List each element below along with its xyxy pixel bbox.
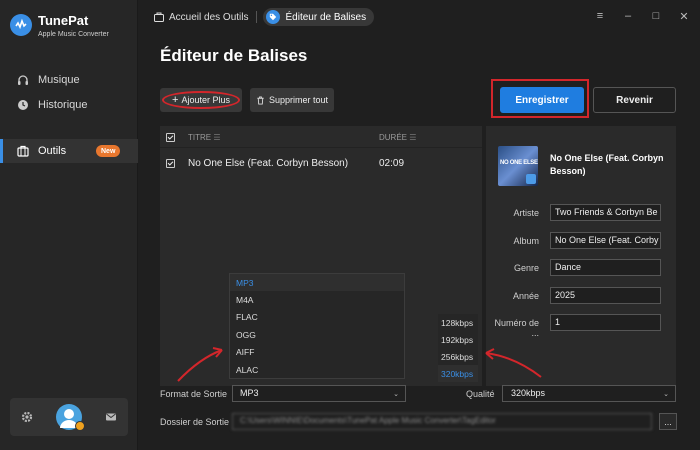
- app-name: TunePat: [38, 13, 89, 28]
- app-subtitle: Apple Music Converter: [38, 31, 109, 38]
- row-checkbox[interactable]: [166, 159, 175, 168]
- browse-folder-button[interactable]: ...: [659, 413, 677, 430]
- minimize-icon[interactable]: –: [622, 10, 634, 23]
- new-badge: New: [96, 145, 121, 157]
- save-button[interactable]: Enregistrer: [500, 87, 584, 113]
- track-title: No One Else (Feat. Corbyn Besson): [188, 158, 349, 169]
- format-option-flac[interactable]: FLAC: [230, 309, 404, 326]
- tag-icon: [266, 10, 281, 24]
- clock-icon: [18, 100, 28, 110]
- genre-label: Genre: [513, 263, 539, 273]
- title-bar: Accueil des Outils Éditeur de Balises ≡ …: [138, 0, 700, 34]
- table-header: TITRE ☰ DURÉE ☰: [160, 126, 482, 148]
- format-dropdown-list: MP3 M4A FLAC OGG AIFF ALAC: [229, 273, 405, 379]
- chevron-down-icon: ⌄: [663, 391, 669, 398]
- sidebar-item-label: Musique: [38, 74, 80, 86]
- add-more-button[interactable]: + Ajouter Plus: [160, 88, 242, 112]
- quality-option-256[interactable]: 256kbps: [438, 348, 478, 365]
- format-option-aiff[interactable]: AIFF: [230, 344, 404, 361]
- delete-all-label: Supprimer tout: [268, 95, 329, 105]
- table-row[interactable]: No One Else (Feat. Corbyn Besson) 02:09: [160, 155, 482, 173]
- format-option-mp3[interactable]: MP3: [230, 274, 404, 292]
- quality-value: 320kbps: [511, 388, 546, 398]
- format-option-ogg[interactable]: OGG: [230, 326, 404, 343]
- quality-dropdown-list: 128kbps 192kbps 256kbps 320kbps: [438, 314, 478, 382]
- breadcrumb-divider: [256, 11, 258, 23]
- album-label: Album: [513, 236, 539, 246]
- toolbox-icon: [154, 12, 164, 22]
- sidebar: TunePat Apple Music Converter Musique Hi…: [0, 0, 138, 450]
- artist-field[interactable]: Two Friends & Corbyn Be: [550, 204, 661, 221]
- breadcrumb-current: Éditeur de Balises: [263, 8, 375, 26]
- artist-label: Artiste: [513, 208, 539, 218]
- chevron-down-icon: ⌄: [393, 391, 399, 398]
- year-field[interactable]: 2025: [550, 287, 661, 304]
- tag-details-panel: NO ONE ELSE No One Else (Feat. Corbyn Be…: [486, 126, 676, 386]
- track-duration: 02:09: [379, 158, 405, 169]
- breadcrumb-parent-label: Accueil des Outils: [169, 11, 249, 23]
- menu-icon[interactable]: ≡: [594, 10, 606, 23]
- headphones-icon: [18, 75, 28, 85]
- sidebar-item-label: Historique: [38, 99, 88, 111]
- album-field[interactable]: No One Else (Feat. Corby: [550, 232, 661, 249]
- breadcrumb: Accueil des Outils Éditeur de Balises: [148, 7, 375, 27]
- track-number-label: Numéro de ...: [494, 318, 539, 338]
- output-folder-field[interactable]: C:\Users\WINNIE\Documents\TunePat Apple …: [232, 413, 652, 430]
- sidebar-footer: [10, 398, 128, 436]
- quality-option-192[interactable]: 192kbps: [438, 331, 478, 348]
- red-highlight-ellipse: [162, 91, 240, 109]
- quality-label: Qualité: [466, 389, 495, 399]
- quality-option-320[interactable]: 320kbps: [438, 365, 478, 382]
- quality-select[interactable]: 320kbps ⌄: [502, 385, 676, 402]
- format-option-alac[interactable]: ALAC: [230, 361, 404, 378]
- sidebar-item-outils[interactable]: Outils New: [0, 139, 138, 163]
- settings-icon[interactable]: [21, 411, 33, 423]
- cover-text: NO ONE ELSE: [500, 160, 538, 166]
- output-format-value: MP3: [240, 388, 259, 398]
- back-button[interactable]: Revenir: [593, 87, 676, 113]
- breadcrumb-parent[interactable]: Accueil des Outils: [148, 12, 254, 23]
- select-all-checkbox[interactable]: [166, 133, 175, 142]
- avatar[interactable]: [55, 404, 85, 431]
- premium-badge-icon: [74, 421, 85, 431]
- mail-icon[interactable]: [105, 411, 117, 423]
- delete-all-button[interactable]: Supprimer tout: [250, 88, 334, 112]
- column-header-duration[interactable]: DURÉE ☰: [379, 133, 416, 142]
- sort-icon: ☰: [409, 133, 417, 142]
- quality-option-128[interactable]: 128kbps: [438, 314, 478, 331]
- sidebar-item-musique[interactable]: Musique: [0, 68, 138, 92]
- output-format-label: Format de Sortie: [160, 389, 228, 399]
- output-folder-label: Dossier de Sortie: [160, 417, 230, 427]
- tunepat-logo-icon: [10, 14, 32, 36]
- maximize-icon[interactable]: □: [650, 10, 662, 23]
- genre-field[interactable]: Dance: [550, 259, 661, 276]
- page-title: Éditeur de Balises: [160, 46, 308, 65]
- breadcrumb-current-label: Éditeur de Balises: [285, 11, 367, 23]
- trash-icon: [257, 95, 264, 105]
- toolbox-icon: [17, 145, 29, 157]
- sidebar-item-label: Outils: [38, 145, 67, 157]
- song-title: No One Else (Feat. Corbyn Besson): [550, 153, 664, 176]
- edit-cover-icon[interactable]: [526, 174, 536, 184]
- track-number-field[interactable]: 1: [550, 314, 661, 331]
- album-cover[interactable]: NO ONE ELSE: [498, 146, 538, 186]
- sidebar-item-historique[interactable]: Historique: [0, 93, 138, 117]
- window-controls: ≡ – □ ✕: [594, 10, 690, 23]
- column-header-title[interactable]: TITRE ☰: [188, 133, 221, 142]
- output-format-select[interactable]: MP3 ⌄: [232, 385, 406, 402]
- sort-icon: ☰: [213, 133, 221, 142]
- close-icon[interactable]: ✕: [678, 10, 690, 23]
- year-label: Année: [512, 291, 539, 301]
- format-option-m4a[interactable]: M4A: [230, 291, 404, 308]
